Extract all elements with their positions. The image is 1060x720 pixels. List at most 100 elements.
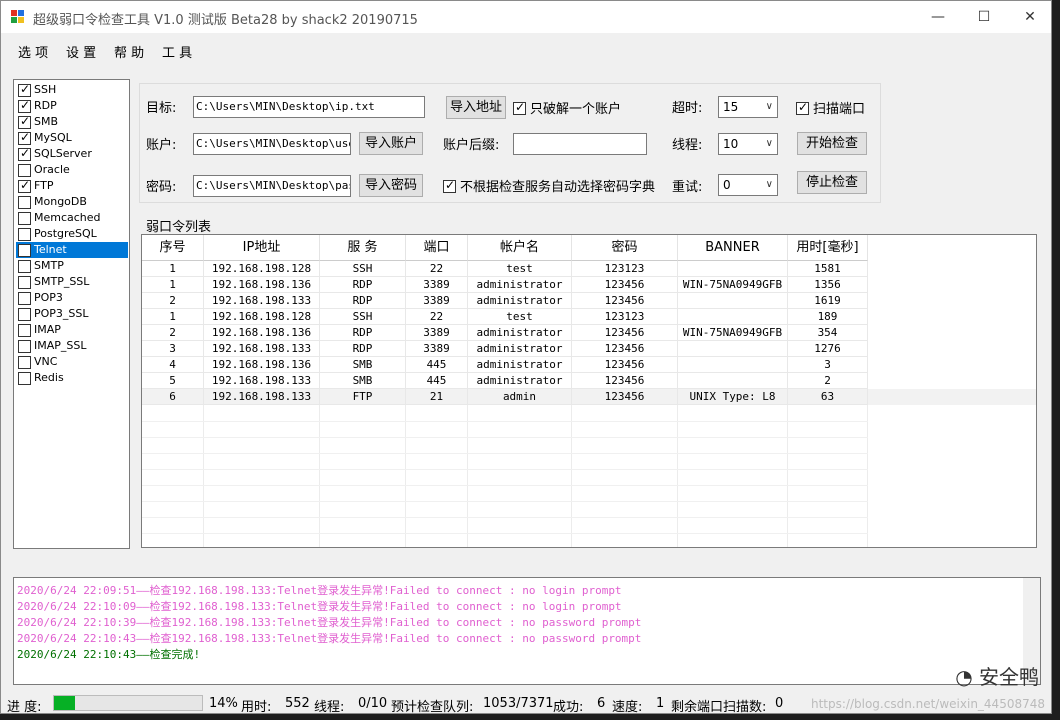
import-password-button[interactable]: 导入密码 bbox=[359, 174, 423, 197]
service-item-memcached[interactable]: Memcached bbox=[16, 210, 128, 226]
column-header[interactable]: 帐户名 bbox=[468, 235, 572, 261]
service-checkbox[interactable] bbox=[18, 212, 31, 225]
menu-help[interactable]: 帮 助 bbox=[114, 42, 144, 61]
timeout-select[interactable]: 15 ∨ bbox=[718, 96, 778, 118]
retry-select[interactable]: 0 ∨ bbox=[718, 174, 778, 196]
service-checkbox[interactable] bbox=[18, 324, 31, 337]
queue-value: 1053/7371 bbox=[483, 696, 554, 711]
minimize-button[interactable]: — bbox=[915, 1, 961, 33]
service-item-mongodb[interactable]: MongoDB bbox=[16, 194, 128, 210]
service-checkbox[interactable] bbox=[18, 276, 31, 289]
service-checkbox[interactable] bbox=[18, 130, 31, 145]
service-item-vnc[interactable]: VNC bbox=[16, 354, 128, 370]
table-cell: 1619 bbox=[788, 293, 868, 309]
close-button[interactable]: ✕ bbox=[1007, 1, 1053, 33]
account-input[interactable]: C:\Users\MIN\Desktop\usern bbox=[193, 133, 351, 155]
chevron-down-icon: ∨ bbox=[765, 179, 773, 190]
service-item-ssh[interactable]: SSH bbox=[16, 82, 128, 98]
weak-password-group-label: 弱口令列表 bbox=[146, 220, 212, 235]
table-row[interactable]: 5 192.168.198.133 SMB 445 administrator 12345… bbox=[142, 373, 1036, 389]
import-address-button[interactable]: 导入地址 bbox=[446, 96, 506, 119]
table-cell: 22 bbox=[406, 261, 468, 277]
service-checkbox[interactable] bbox=[18, 196, 31, 209]
table-cell: administrator bbox=[468, 293, 572, 309]
service-checkbox[interactable] bbox=[18, 228, 31, 241]
service-checkbox[interactable] bbox=[18, 82, 31, 97]
table-row[interactable]: 2 192.168.198.133 RDP 3389 administrator 1234… bbox=[142, 293, 1036, 309]
service-item-pop3_ssl[interactable]: POP3_SSL bbox=[16, 306, 128, 322]
start-check-button[interactable]: 开始检查 bbox=[797, 132, 867, 155]
column-header[interactable]: IP地址 bbox=[204, 235, 320, 261]
service-item-mysql[interactable]: MySQL bbox=[16, 130, 128, 146]
service-item-imap[interactable]: IMAP bbox=[16, 322, 128, 338]
service-item-postgresql[interactable]: PostgreSQL bbox=[16, 226, 128, 242]
no-auto-dict-checkbox[interactable]: 不根据检查服务自动选择密码字典 bbox=[443, 176, 655, 195]
target-input[interactable]: C:\Users\MIN\Desktop\ip.txt bbox=[193, 96, 425, 118]
service-item-imap_ssl[interactable]: IMAP_SSL bbox=[16, 338, 128, 354]
table-cell: administrator bbox=[468, 357, 572, 373]
table-cell: test bbox=[468, 309, 572, 325]
service-item-redis[interactable]: Redis bbox=[16, 370, 128, 386]
service-checkbox[interactable] bbox=[18, 146, 31, 161]
crack-one-checkbox[interactable]: 只破解一个账户 bbox=[513, 98, 621, 117]
service-item-rdp[interactable]: RDP bbox=[16, 98, 128, 114]
service-checkbox[interactable] bbox=[18, 340, 31, 353]
scan-port-checkbox[interactable]: 扫描端口 bbox=[796, 98, 865, 117]
menu-bar: 选 项 设 置 帮 助 工 具 bbox=[1, 33, 1051, 67]
table-cell: 1 bbox=[142, 277, 204, 293]
import-account-button[interactable]: 导入账户 bbox=[359, 132, 423, 155]
table-row[interactable]: 6 192.168.198.133 FTP 21 admin 123456 UNIX Typ… bbox=[142, 389, 1036, 405]
table-row[interactable]: 4 192.168.198.136 SMB 445 administrator 12345… bbox=[142, 357, 1036, 373]
service-item-smtp_ssl[interactable]: SMTP_SSL bbox=[16, 274, 128, 290]
column-header[interactable]: 服 务 bbox=[320, 235, 406, 261]
service-item-oracle[interactable]: Oracle bbox=[16, 162, 128, 178]
column-header[interactable]: 端口 bbox=[406, 235, 468, 261]
app-window: 超级弱口令检查工具 V1.0 测试版 Beta28 by shack2 2019… bbox=[0, 0, 1053, 715]
table-cell bbox=[678, 293, 788, 309]
column-header[interactable]: 序号 bbox=[142, 235, 204, 261]
service-checkbox[interactable] bbox=[18, 372, 31, 385]
service-item-smtp[interactable]: SMTP bbox=[16, 258, 128, 274]
table-row[interactable]: 3 192.168.198.133 RDP 3389 administrator 1234… bbox=[142, 341, 1036, 357]
column-header[interactable]: 用时[毫秒] bbox=[788, 235, 868, 261]
service-label: SMTP_SSL bbox=[34, 275, 90, 288]
service-checkbox[interactable] bbox=[18, 114, 31, 129]
progress-label: 进 度: bbox=[7, 700, 42, 715]
suffix-input[interactable] bbox=[513, 133, 647, 155]
table-cell: 2 bbox=[142, 293, 204, 309]
menu-tools[interactable]: 工 具 bbox=[162, 42, 192, 61]
table-row[interactable]: 1 192.168.198.128 SSH 22 test 123123 1581 bbox=[142, 261, 1036, 277]
table-row[interactable]: 1 192.168.198.128 SSH 22 test 123123 189 bbox=[142, 309, 1036, 325]
service-label: SSH bbox=[34, 83, 57, 96]
table-cell: UNIX Type: L8 bbox=[678, 389, 788, 405]
service-item-sqlserver[interactable]: SQLServer bbox=[16, 146, 128, 162]
service-checkbox[interactable] bbox=[18, 164, 31, 177]
service-checkbox[interactable] bbox=[18, 260, 31, 273]
service-checkbox[interactable] bbox=[18, 98, 31, 113]
service-checkbox[interactable] bbox=[18, 244, 31, 257]
service-checkbox[interactable] bbox=[18, 308, 31, 321]
log-line: 2020/6/24 22:10:43——检查192.168.198.133:Te… bbox=[17, 632, 642, 645]
table-cell: 63 bbox=[788, 389, 868, 405]
password-input[interactable]: C:\Users\MIN\Desktop\passw bbox=[193, 175, 351, 197]
table-row[interactable]: 2 192.168.198.136 RDP 3389 administrator 1234… bbox=[142, 325, 1036, 341]
threads-select[interactable]: 10 ∨ bbox=[718, 133, 778, 155]
stop-check-button[interactable]: 停止检查 bbox=[797, 171, 867, 194]
menu-options[interactable]: 选 项 bbox=[18, 42, 48, 61]
maximize-button[interactable]: ☐ bbox=[961, 1, 1007, 33]
retry-value: 0 bbox=[723, 178, 731, 192]
column-header[interactable]: BANNER bbox=[678, 235, 788, 261]
service-checkbox[interactable] bbox=[18, 292, 31, 305]
menu-settings[interactable]: 设 置 bbox=[66, 42, 96, 61]
table-row[interactable]: 1 192.168.198.136 RDP 3389 administrator 1234… bbox=[142, 277, 1036, 293]
service-item-telnet[interactable]: Telnet bbox=[16, 242, 128, 258]
service-item-pop3[interactable]: POP3 bbox=[16, 290, 128, 306]
grid-line bbox=[142, 533, 868, 534]
service-checkbox[interactable] bbox=[18, 356, 31, 369]
table-cell: 1276 bbox=[788, 341, 868, 357]
service-item-smb[interactable]: SMB bbox=[16, 114, 128, 130]
table-cell: administrator bbox=[468, 277, 572, 293]
column-header[interactable]: 密码 bbox=[572, 235, 678, 261]
service-item-ftp[interactable]: FTP bbox=[16, 178, 128, 194]
service-checkbox[interactable] bbox=[18, 178, 31, 193]
